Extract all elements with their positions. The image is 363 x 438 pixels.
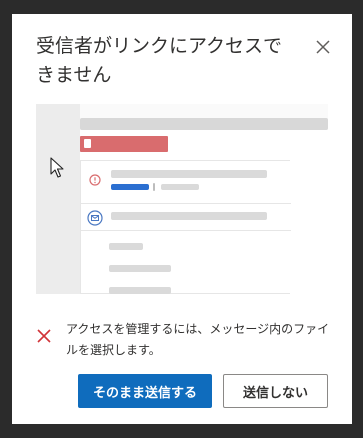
send-anyway-button[interactable]: そのまま送信する bbox=[78, 374, 212, 408]
dont-send-button[interactable]: 送信しない bbox=[223, 374, 328, 408]
preview-text-placeholder bbox=[111, 212, 267, 220]
preview-text-placeholder bbox=[111, 170, 267, 178]
warning-circle-icon bbox=[89, 174, 101, 186]
document-icon bbox=[84, 139, 91, 148]
preview-sidebar bbox=[36, 104, 80, 294]
close-icon[interactable] bbox=[312, 36, 334, 58]
preview-text-placeholder bbox=[153, 183, 155, 191]
x-mark-icon bbox=[37, 329, 51, 343]
preview-attachment-panel bbox=[80, 160, 291, 294]
mail-circle-icon bbox=[87, 210, 103, 226]
preview-text-placeholder bbox=[161, 184, 199, 190]
cursor-icon bbox=[50, 157, 64, 178]
illustration-preview bbox=[36, 104, 328, 294]
preview-text-placeholder bbox=[109, 265, 171, 272]
preview-topbar bbox=[80, 118, 328, 130]
preview-link-highlight bbox=[111, 184, 149, 190]
notice-message: アクセスを管理するには、メッセージ内のファイルを選択します。 bbox=[66, 322, 330, 357]
preview-row bbox=[81, 204, 291, 231]
preview-attachment-tag bbox=[80, 136, 168, 152]
dialog-title: 受信者がリンクにアクセスできません bbox=[36, 35, 283, 86]
preview-text-placeholder bbox=[109, 243, 143, 250]
preview-text-placeholder bbox=[109, 287, 171, 294]
dialog: 受信者がリンクにアクセスできません アクセスを管理するには、メッセージ内のファイ… bbox=[12, 14, 352, 424]
preview-message bbox=[80, 130, 328, 294]
preview-row bbox=[81, 161, 291, 204]
